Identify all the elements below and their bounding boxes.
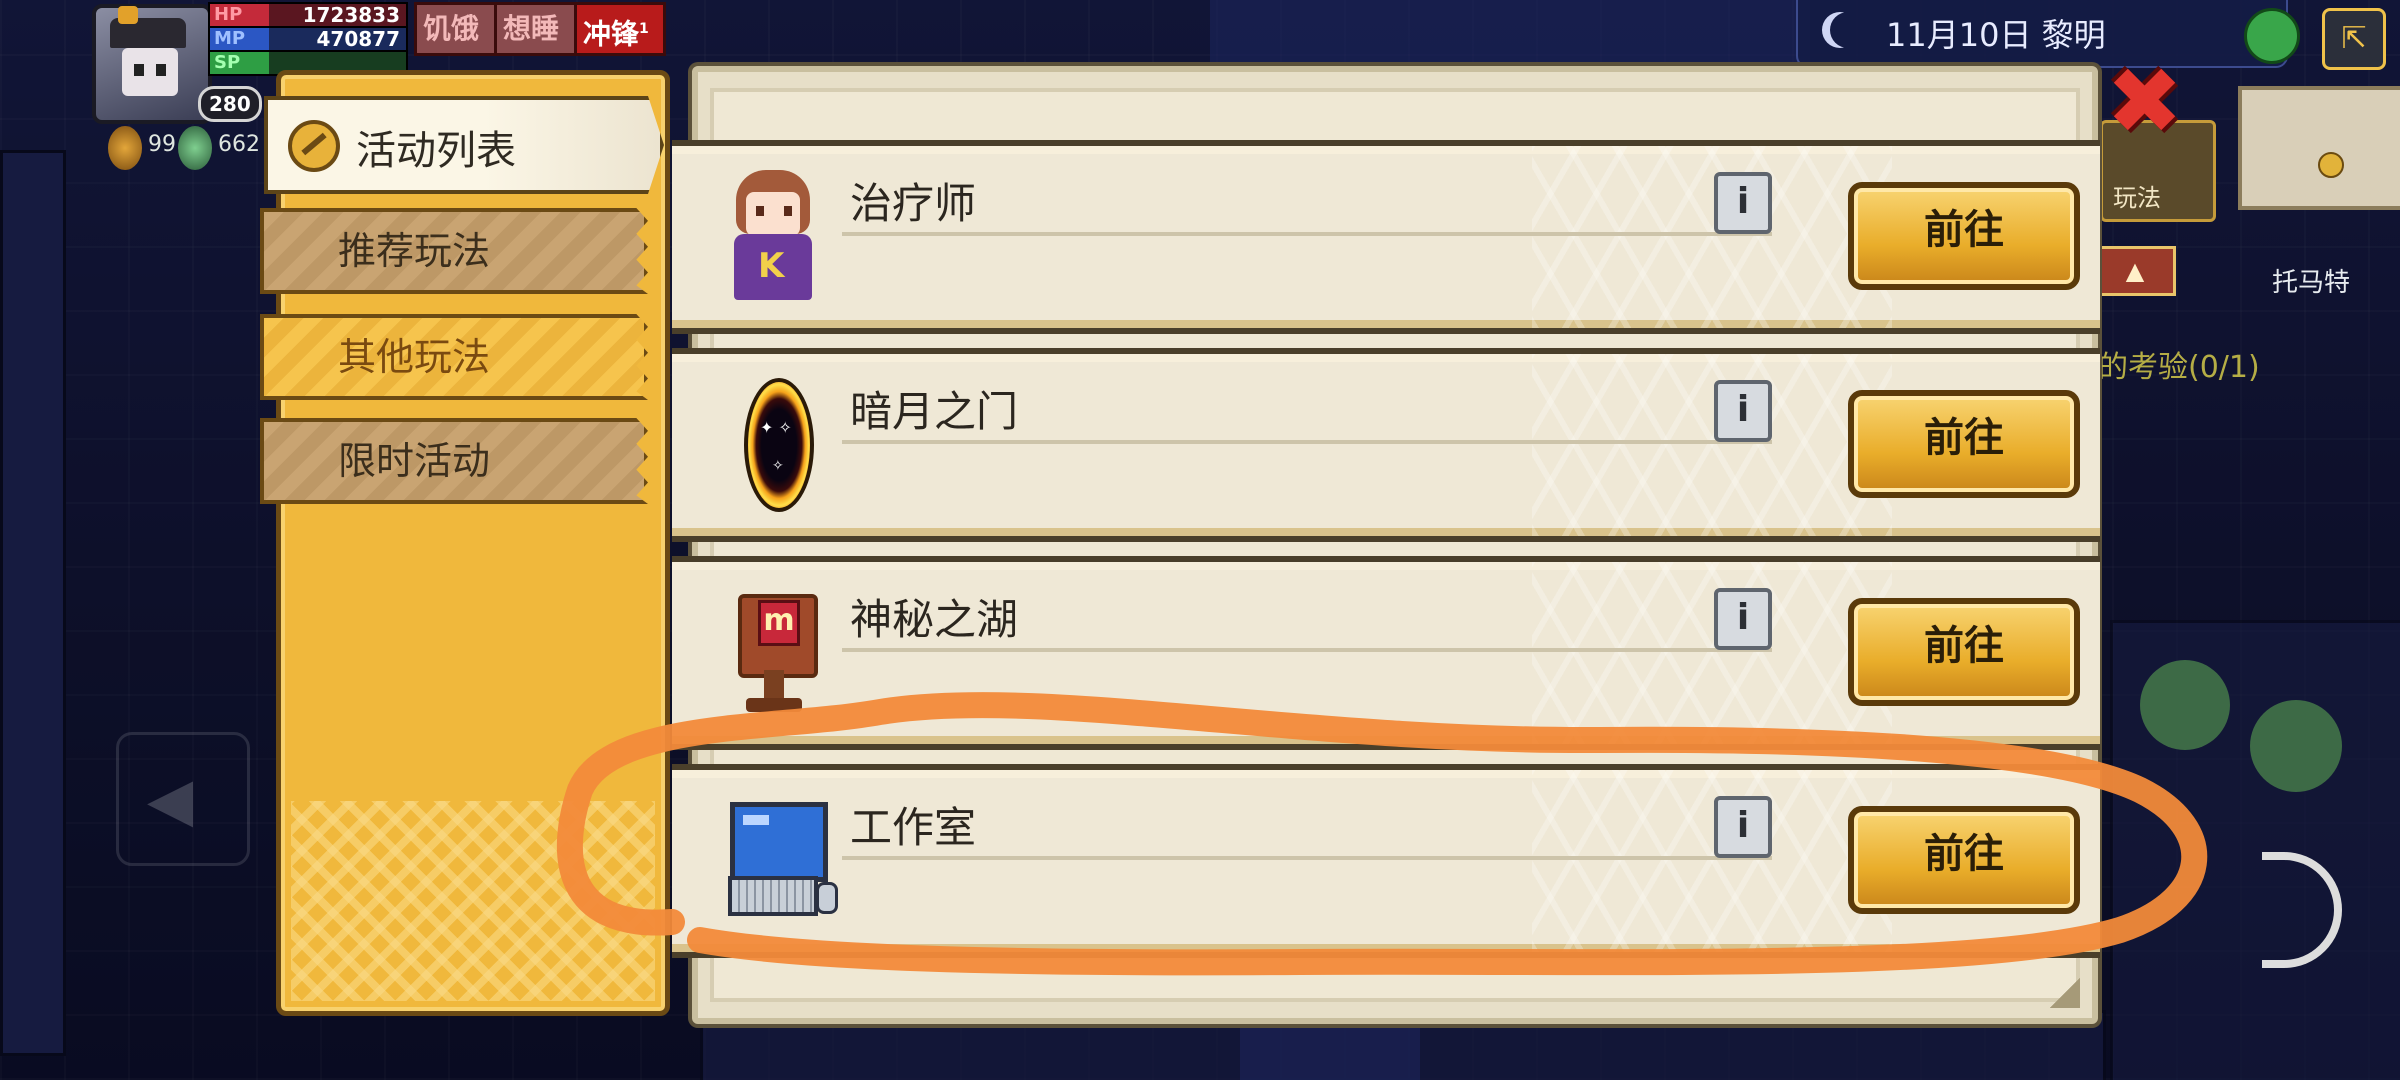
- go-button-mystery-lake[interactable]: 前往: [1848, 598, 2080, 706]
- npc-name-label: 托马特: [2272, 268, 2351, 298]
- activity-row-workshop: 工作室 i 前往: [672, 764, 2100, 958]
- minimap-toggle-button[interactable]: ⇱: [2322, 8, 2386, 70]
- go-button-dark-moon-gate[interactable]: 前往: [1848, 390, 2080, 498]
- info-icon[interactable]: i: [1714, 172, 1772, 234]
- date-text: 11月10日 黎明: [1886, 16, 2106, 54]
- computer-workstation-icon: [712, 794, 838, 924]
- status-hunger[interactable]: 饥饿: [414, 2, 502, 56]
- minimap[interactable]: [2238, 86, 2400, 210]
- activity-name: 治疗师: [850, 179, 977, 228]
- menu-item-recommended[interactable]: 推荐玩法: [260, 208, 648, 294]
- resource-gold-shell-value: 99: [148, 132, 176, 157]
- player-level-badge: 280: [198, 86, 262, 122]
- resource-green-gem: 662: [178, 126, 260, 170]
- resource-gold-shell: 99: [108, 126, 176, 170]
- moon-icon: [1830, 12, 1866, 48]
- player-avatar[interactable]: [92, 4, 212, 124]
- status-sleepy[interactable]: 想睡: [494, 2, 582, 56]
- activity-name: 暗月之门: [850, 387, 1019, 436]
- mp-bar: MP 470877: [208, 26, 408, 52]
- side-tab-label: 玩法: [2113, 184, 2161, 212]
- info-icon[interactable]: i: [1714, 380, 1772, 442]
- activity-row-healer: 治疗师 i 前往: [672, 140, 2100, 334]
- mp-label: MP: [214, 28, 246, 49]
- menu-pattern-decoration: [291, 801, 655, 1001]
- coin-icon: [288, 120, 340, 172]
- hp-bar: HP 1723833: [208, 2, 408, 28]
- activity-row-mystery-lake: 神秘之湖 i 前往: [672, 556, 2100, 750]
- resource-green-gem-value: 662: [218, 132, 260, 157]
- activity-row-dark-moon-gate: 暗月之门 i 前往: [672, 348, 2100, 542]
- info-icon[interactable]: i: [1714, 796, 1772, 858]
- collapse-up-button[interactable]: ▲: [2094, 246, 2176, 296]
- resize-corner-handle: [2050, 978, 2080, 1008]
- weapon-skill-2-icon[interactable]: [2250, 700, 2342, 792]
- close-icon[interactable]: ✖: [2106, 56, 2183, 148]
- menu-item-limited-events[interactable]: 限时活动: [260, 418, 648, 504]
- gold-shell-icon: [108, 126, 142, 170]
- date-time-bar: 11月10日 黎明: [1796, 0, 2288, 68]
- info-icon[interactable]: i: [1714, 588, 1772, 650]
- menu-header-title: 活动列表: [356, 128, 516, 174]
- hp-label: HP: [214, 4, 243, 25]
- sp-label: SP: [214, 52, 241, 73]
- menu-header-activity-list: 活动列表: [264, 96, 664, 194]
- status-charge-label: 冲锋: [583, 17, 640, 51]
- hp-value: 1723833: [302, 3, 400, 27]
- green-gem-icon: [178, 126, 212, 170]
- go-button-workshop[interactable]: 前往: [1848, 806, 2080, 914]
- healer-npc-icon: [712, 170, 832, 300]
- activity-name: 神秘之湖: [850, 595, 1019, 644]
- activity-name: 工作室: [850, 803, 977, 852]
- mystery-lake-sign-icon: [712, 586, 832, 716]
- status-charge-badge: 1: [639, 21, 649, 37]
- weapon-skill-1-icon[interactable]: [2140, 660, 2230, 750]
- dark-moon-portal-icon: [712, 378, 832, 512]
- go-button-healer[interactable]: 前往: [1848, 182, 2080, 290]
- globe-icon[interactable]: [2244, 8, 2300, 64]
- status-charge[interactable]: 冲锋1: [574, 2, 666, 56]
- mp-value: 470877: [316, 27, 401, 51]
- menu-item-other-gameplay[interactable]: 其他玩法: [260, 314, 648, 400]
- dpad-left-control[interactable]: [116, 732, 250, 866]
